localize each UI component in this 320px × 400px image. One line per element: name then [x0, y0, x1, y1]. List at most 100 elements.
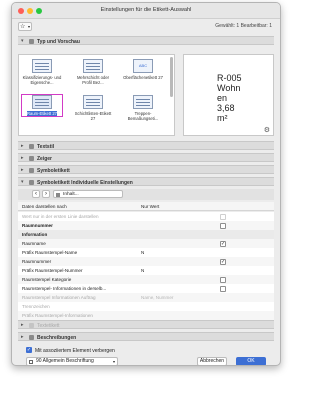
row-name: Präfix Raumstempel-Informationen: [22, 313, 93, 318]
text-style-icon: [29, 143, 34, 149]
table-row[interactable]: Präfix Raumstempel-Informationen: [18, 311, 274, 320]
table-row[interactable]: Präfix Raumstempel-Name N: [18, 248, 274, 257]
label-type-icon: [83, 59, 103, 73]
favorites-button[interactable]: ☆ ▾: [18, 22, 32, 31]
chevron-down-icon: ▾: [21, 38, 24, 44]
table-row[interactable]: Wert nur in der ersten Linie darstellen: [18, 212, 274, 221]
label-preview: R-005 Wohn en 3,68 m² ⚙: [183, 54, 274, 136]
table-row[interactable]: Trennzeichen: [18, 302, 274, 311]
gear-icon[interactable]: ⚙: [264, 126, 270, 134]
gallery-item-oberflaeche[interactable]: ABC Oberflächenetikett 27: [123, 59, 163, 80]
section-symboletikett[interactable]: ▸ Symboletikett: [18, 165, 274, 174]
back-icon: ‹: [35, 191, 37, 197]
chevron-right-icon: ▸: [21, 334, 24, 340]
row-name: Präfix Raumstempel-Nummer: [22, 268, 83, 273]
row-value: Name, Nummer: [141, 295, 174, 300]
gallery-scrollbar[interactable]: [170, 57, 173, 97]
gallery-item-mehrschicht[interactable]: Mehrschicht oder Profil Bez...: [73, 59, 113, 85]
table-row[interactable]: Raumname ✓: [18, 239, 274, 248]
table-section-row[interactable]: Information: [18, 230, 274, 239]
row-checkbox[interactable]: ✓: [220, 258, 226, 265]
row-checkbox[interactable]: ✓: [220, 240, 226, 247]
preview-line: Wohn: [217, 83, 241, 93]
label-type-icon: [32, 59, 52, 73]
section-label: Typ und Vorschau: [37, 38, 80, 45]
chevron-down-icon: ▾: [21, 179, 24, 185]
gallery-item-label: Mehrschicht oder Profil Bez...: [76, 75, 110, 85]
table-row[interactable]: Präfix Raumstempel-Nummer N: [18, 266, 274, 275]
description-icon: [29, 334, 34, 340]
inhalt-dropdown[interactable]: Inhalt...: [53, 190, 123, 198]
section-zeiger[interactable]: ▸ Zeiger: [18, 153, 274, 162]
gallery-item-label: Treppen-Bemaßungseti...: [127, 111, 159, 121]
row-name: Präfix Raumstempel-Name: [22, 250, 78, 255]
settings-table: Wert nur in der ersten Linie darstellen R…: [12, 212, 280, 320]
forward-icon: ›: [45, 191, 47, 197]
chevron-right-icon: ▸: [21, 155, 24, 161]
row-value: N: [141, 250, 145, 255]
gallery-item-raum-etikett[interactable]: Raum-Etikett 27: [21, 94, 63, 117]
forward-button[interactable]: ›: [42, 190, 50, 198]
back-button[interactable]: ‹: [32, 190, 40, 198]
preview-line: m²: [217, 113, 228, 123]
section-individuell[interactable]: ▾ Symboletikett Individuelle Einstellung…: [18, 177, 274, 186]
navigation-bar: ‹ › Inhalt...: [18, 189, 274, 200]
table-row[interactable]: Raumstempel Kategorie: [18, 275, 274, 284]
table-header: Daten darstellen nach Nur Wert: [18, 202, 274, 211]
label-type-gallery: Klassifizierungs- und Eigensche... Mehrs…: [18, 54, 175, 136]
row-name: Raumname: [22, 241, 46, 246]
preview-line: 3,68: [217, 103, 235, 113]
layer-label: 90 Allgemein Beschriftung: [36, 358, 94, 364]
row-value: N: [141, 268, 145, 273]
row-name: Raumstempel Kategorie: [22, 277, 72, 282]
gallery-item-klassifizierung[interactable]: Klassifizierungs- und Eigensche...: [22, 59, 62, 85]
chevron-down-icon: ▾: [112, 359, 115, 364]
section-beschreibungen[interactable]: ▸ Beschreibungen: [18, 332, 274, 341]
list-icon: [56, 192, 60, 197]
section-textetikett[interactable]: ▸ Textetikett: [18, 320, 274, 329]
table-row[interactable]: Raumstempel- Informationen in derselb...: [18, 284, 274, 293]
gallery-item-label: Klassifizierungs- und Eigensche...: [22, 75, 62, 85]
gallery-item-treppen[interactable]: Treppen-Bemaßungseti...: [123, 95, 163, 121]
section-label: Symboletikett: [37, 167, 70, 174]
row-name: Raumnummer: [22, 259, 52, 264]
symbol-label-icon: [29, 167, 34, 173]
gallery-item-schichtlisten[interactable]: Schichtlisten-Etikett 27: [73, 95, 113, 121]
gallery-item-label: Schichtlisten-Etikett 27: [74, 111, 112, 121]
star-icon: ☆: [20, 24, 26, 30]
chevron-right-icon: ▸: [21, 143, 24, 149]
text-label-icon: [29, 322, 34, 328]
hide-with-element-label: Mit assoziiertem Element verbergen: [35, 347, 115, 354]
layer-icon: [29, 359, 33, 364]
section-label: Beschreibungen: [37, 334, 77, 341]
layer-dropdown[interactable]: 90 Allgemein Beschriftung ▾: [26, 357, 118, 365]
label-type-icon: [83, 95, 103, 109]
table-row[interactable]: Raumstempel Informationen Auftrag Name, N…: [18, 293, 274, 302]
selection-count: Gewählt: 1 Bearbeitbar: 1: [215, 23, 272, 29]
title-bar: Einstellungen für die Etikett-Auswahl: [12, 3, 280, 19]
hide-with-element-checkbox[interactable]: ✓: [26, 347, 32, 353]
row-name: Information: [22, 232, 48, 237]
row-name: Wert nur in der ersten Linie darstellen: [22, 214, 99, 219]
row-checkbox[interactable]: [220, 213, 226, 220]
column-header-daten: Daten darstellen nach: [22, 204, 67, 209]
cancel-button[interactable]: Abbrechen: [197, 357, 227, 365]
section-label: Textetikett: [37, 322, 60, 329]
row-checkbox[interactable]: [220, 285, 226, 292]
table-row[interactable]: Raumnummer: [18, 221, 274, 230]
section-label: Symboletikett Individuelle Einstellungen: [37, 179, 133, 186]
ok-button[interactable]: OK: [236, 357, 266, 365]
table-row[interactable]: Raumnummer ✓: [18, 257, 274, 266]
gallery-item-label: Oberflächenetikett 27: [123, 75, 163, 80]
chevron-right-icon: ▸: [21, 322, 24, 328]
type-icon: [29, 38, 34, 44]
abc-badge: ABC: [138, 63, 148, 68]
preview-text: R-005 Wohn en 3,68 m²: [217, 73, 242, 123]
section-label: Zeiger: [37, 155, 53, 162]
section-textstil[interactable]: ▸ Textstil: [18, 141, 274, 150]
preview-line: R-005: [217, 73, 242, 83]
section-typ[interactable]: ▾ Typ und Vorschau: [18, 36, 274, 45]
row-checkbox[interactable]: [220, 222, 226, 229]
label-type-icon: [133, 95, 153, 109]
row-checkbox[interactable]: [220, 276, 226, 283]
